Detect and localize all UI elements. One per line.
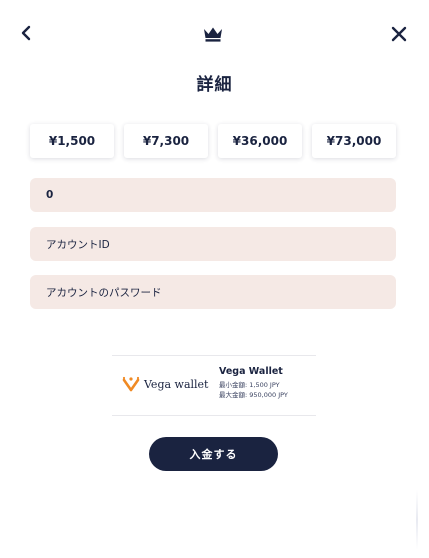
close-icon bbox=[391, 26, 407, 42]
payment-method-card[interactable]: Vega wallet Vega Wallet 最小金額: 1,500 JPY … bbox=[112, 355, 316, 416]
account-password-input[interactable]: アカウントのパスワード bbox=[30, 275, 396, 309]
max-deposit-limit: 最大金額: 950,000 JPY bbox=[219, 391, 288, 399]
crown-icon bbox=[203, 26, 223, 42]
chevron-left-icon bbox=[21, 25, 31, 41]
account-id-input[interactable]: アカウントID bbox=[30, 227, 396, 261]
account-id-placeholder: アカウントID bbox=[46, 238, 110, 251]
vega-logo-icon bbox=[122, 376, 140, 392]
account-password-placeholder: アカウントのパスワード bbox=[46, 286, 162, 299]
payment-method-info: Vega Wallet 最小金額: 1,500 JPY 最大金額: 950,00… bbox=[219, 366, 288, 400]
vega-wallet-logo-text: Vega wallet bbox=[144, 377, 209, 391]
close-button[interactable] bbox=[389, 24, 409, 44]
scroll-edge bbox=[416, 490, 418, 550]
page-title: 詳細 bbox=[196, 75, 233, 95]
back-button[interactable] bbox=[16, 22, 38, 44]
header-bar bbox=[0, 0, 429, 68]
amount-options: ¥1,500 ¥7,300 ¥36,000 ¥73,000 bbox=[30, 124, 398, 160]
min-deposit-limit: 最小金額: 1,500 JPY bbox=[219, 381, 280, 389]
vega-wallet-logo: Vega wallet bbox=[122, 376, 208, 392]
amount-input[interactable]: 0 bbox=[30, 178, 396, 212]
payment-method-name: Vega Wallet bbox=[219, 366, 283, 377]
amount-option-73000[interactable]: ¥73,000 bbox=[312, 124, 396, 158]
amount-option-7300[interactable]: ¥7,300 bbox=[124, 124, 208, 158]
amount-option-1500[interactable]: ¥1,500 bbox=[30, 124, 114, 158]
deposit-button[interactable]: 入金する bbox=[149, 437, 278, 471]
amount-input-value: 0 bbox=[46, 189, 54, 201]
amount-option-36000[interactable]: ¥36,000 bbox=[218, 124, 302, 158]
